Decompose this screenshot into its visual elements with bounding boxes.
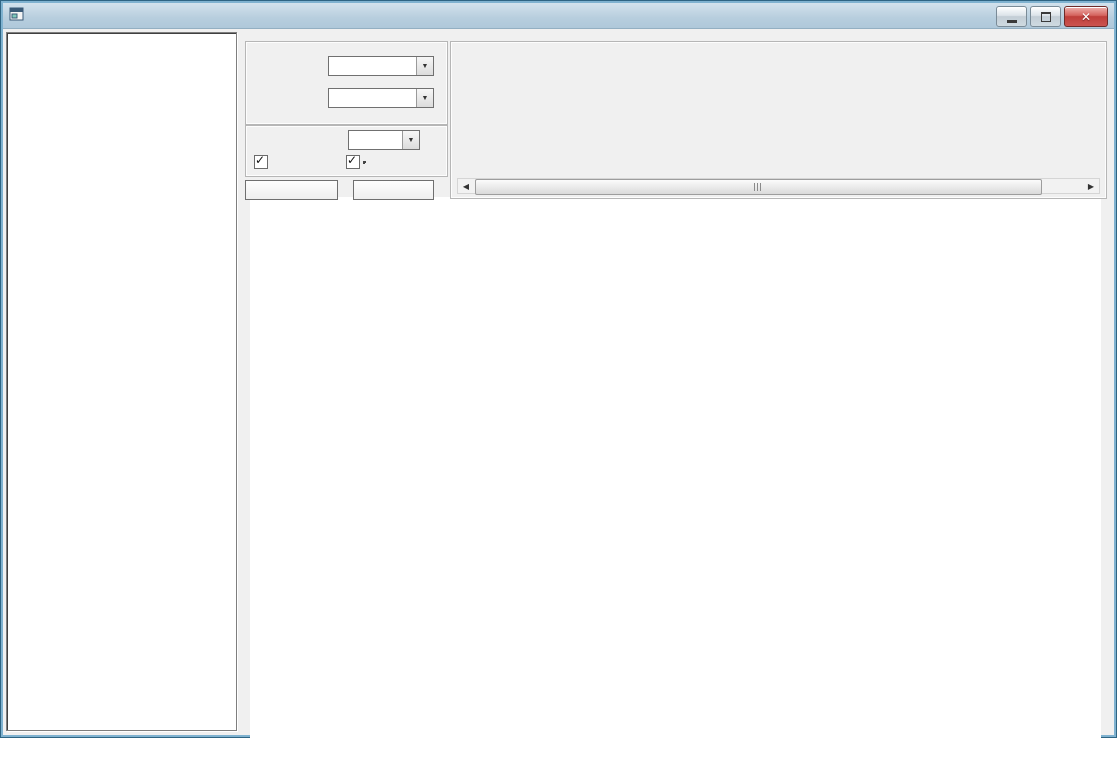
end-date-dropdown-button[interactable]: ▼ <box>416 89 433 107</box>
mouse-capture-checkbox[interactable]: ✓ <box>254 155 272 169</box>
maximize-button[interactable] <box>1030 6 1061 27</box>
scrollbar-thumb[interactable] <box>475 179 1042 195</box>
query-button[interactable] <box>245 180 338 200</box>
curve-time-group: ▼ ▼ <box>245 41 448 125</box>
start-date-dropdown-button[interactable]: ▼ <box>416 57 433 75</box>
minimize-icon <box>1007 20 1017 23</box>
app-window: ✕ ▼ ▼ ▼ <box>0 0 1117 738</box>
close-icon: ✕ <box>1081 10 1091 24</box>
scroll-right-arrow-icon[interactable]: ▶ <box>1083 179 1099 193</box>
close-button[interactable]: ✕ <box>1064 6 1108 27</box>
curve-properties-group: ◀ ▶ <box>450 41 1107 199</box>
history-trend-chart[interactable] <box>253 275 1104 757</box>
sample-period-select[interactable]: ▼ <box>348 130 420 150</box>
titlebar[interactable]: ✕ <box>3 3 1114 29</box>
scrollbar-grip-icon <box>754 183 763 191</box>
checkbox-icon: ✓ <box>346 155 360 169</box>
scroll-left-arrow-icon[interactable]: ◀ <box>458 179 474 193</box>
table-hscrollbar[interactable]: ◀ ▶ <box>457 178 1100 194</box>
start-date-picker[interactable]: ▼ <box>328 56 434 76</box>
client-area: ▼ ▼ ▼ ✓ ✓ <box>3 29 1114 735</box>
display-mode-group: ▼ ✓ ✓ <box>245 125 448 177</box>
minimize-button[interactable] <box>996 6 1027 27</box>
sample-period-dropdown-button[interactable]: ▼ <box>402 131 419 149</box>
checkbox-icon: ✓ <box>254 155 268 169</box>
close-dialog-button[interactable] <box>353 180 434 200</box>
chevron-down-icon: ▼ <box>422 95 429 102</box>
app-icon <box>9 7 25 23</box>
end-date-picker[interactable]: ▼ <box>328 88 434 108</box>
chevron-down-icon: ▼ <box>422 63 429 70</box>
show-extremes-checkbox[interactable]: ✓ <box>346 155 364 169</box>
chevron-down-icon: ▼ <box>408 137 415 144</box>
maximize-icon <box>1041 12 1051 22</box>
window-frame: ✕ ▼ ▼ ▼ <box>1 1 1116 737</box>
curve-tree <box>6 32 237 731</box>
chart-surface <box>250 197 1101 757</box>
